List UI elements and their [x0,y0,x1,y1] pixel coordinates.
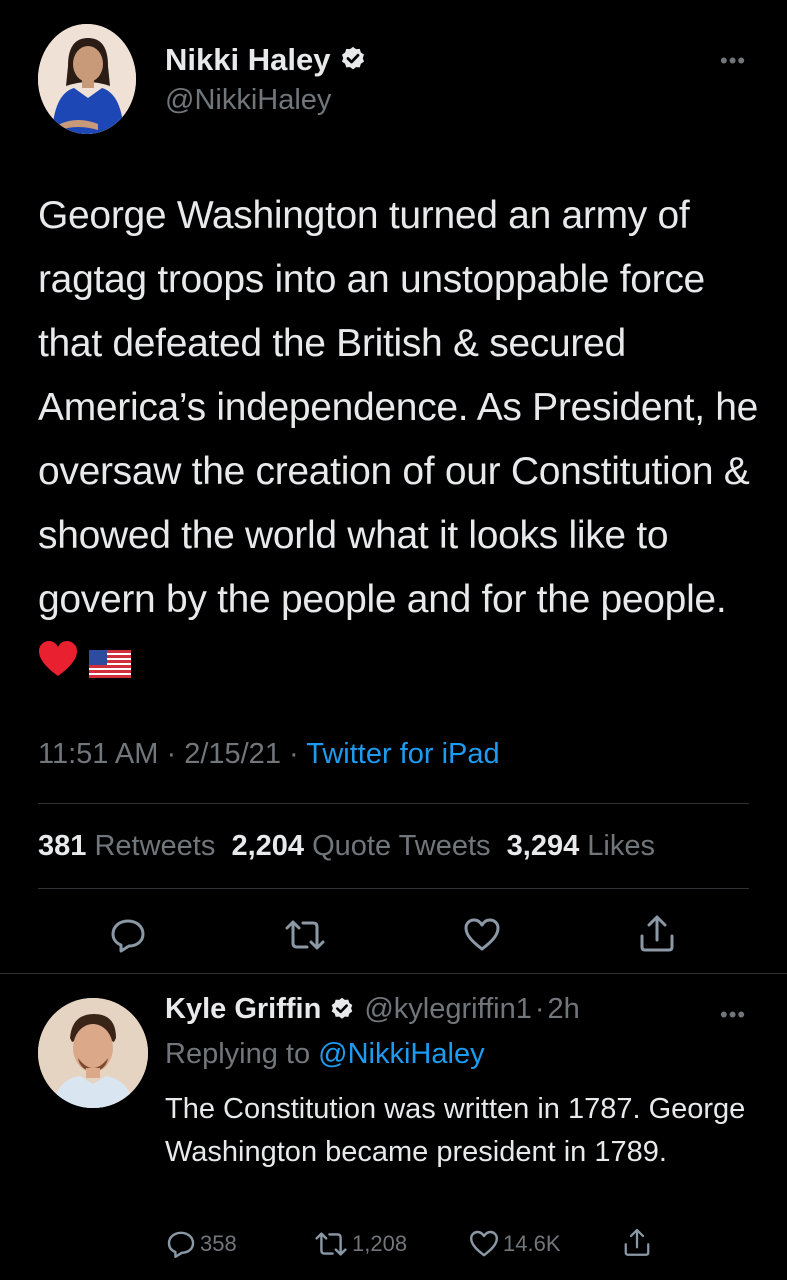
author-handle-row: @NikkiHaley [165,84,331,117]
like-icon [470,1230,498,1257]
reply-count: 358 [200,1231,237,1256]
reply-reply-button[interactable]: 358 [165,1228,237,1260]
tweet-time[interactable]: 11:51 AM [38,738,158,770]
likes-stat[interactable]: 3,294 Likes [507,830,655,862]
meta-separator: · [289,738,299,770]
retweets-count: 381 [38,830,87,862]
avatar-photo [38,24,136,134]
like-count: 14.6K [503,1231,561,1256]
author-display-name[interactable]: Nikki Haley [165,42,330,78]
quote-tweets-stat[interactable]: 2,204 Quote Tweets [231,830,490,862]
reply-icon[interactable] [108,915,148,955]
tweet-date[interactable]: 2/15/21 [184,738,281,770]
replying-to-label: Replying to [165,1038,311,1070]
reply-retweet-button[interactable]: 1,208 [313,1228,407,1260]
verified-badge-icon [328,996,356,1024]
verified-badge-icon [338,45,368,75]
author-avatar[interactable] [38,24,136,134]
retweet-icon[interactable] [283,915,325,955]
divider [38,888,749,889]
reply-icon [167,1231,195,1258]
tweet-metadata: 11:51 AM · 2/15/21 · Twitter for iPad [38,738,500,771]
meta-separator: · [166,738,177,770]
more-options-icon[interactable]: ••• [720,1004,746,1026]
likes-label: Likes [587,830,655,862]
red-heart-emoji [38,634,78,698]
author-name-row: Nikki Haley [165,42,368,78]
reply-display-name[interactable]: Kyle Griffin [165,993,321,1026]
quote-tweets-count: 2,204 [231,830,305,862]
more-options-icon[interactable]: ••• [720,50,746,72]
tweet-body: George Washington turned an army of ragt… [38,194,759,621]
divider [0,973,787,974]
author-handle[interactable]: @NikkiHaley [165,84,331,117]
tweet-text: George Washington turned an army of ragt… [38,184,763,698]
retweets-stat[interactable]: 381 Retweets [38,830,215,862]
avatar-photo [38,998,148,1108]
quote-tweets-label: Quote Tweets [312,830,491,862]
replying-to-line: Replying to @NikkiHaley [165,1038,485,1071]
like-icon[interactable] [462,915,502,955]
divider [38,803,749,804]
engagement-stats: 381 Retweets 2,204 Quote Tweets 3,294 Li… [38,830,655,863]
share-icon[interactable] [637,912,677,952]
reply-handle[interactable]: @kylegriffin1 [364,993,532,1026]
retweet-count: 1,208 [352,1231,408,1256]
replying-to-mention[interactable]: @NikkiHaley [318,1038,484,1070]
retweet-icon [315,1232,347,1256]
tweet-source-link[interactable]: Twitter for iPad [306,738,499,770]
share-icon [624,1228,650,1256]
retweets-label: Retweets [94,830,216,862]
likes-count: 3,294 [506,830,580,862]
reply-share-button[interactable] [622,1226,655,1258]
reply-header: Kyle Griffin @kylegriffin1 · 2h [165,993,580,1026]
us-flag-emoji [88,634,131,698]
reply-timestamp[interactable]: 2h [548,993,580,1026]
reply-text: The Constitution was written in 1787. Ge… [165,1093,746,1168]
reply-author-avatar[interactable] [38,998,148,1108]
meta-separator: · [534,993,545,1025]
reply-like-button[interactable]: 14.6K [468,1228,561,1260]
